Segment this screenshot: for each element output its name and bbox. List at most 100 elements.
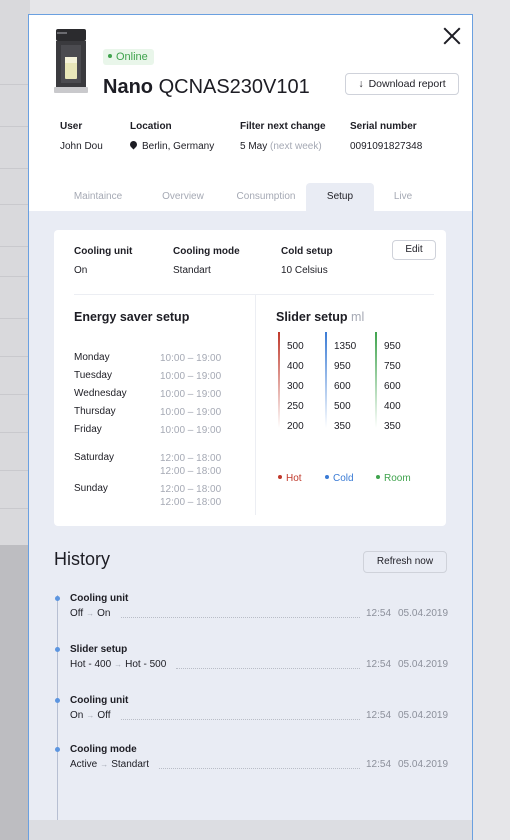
history-item: Cooling mode Active → Standart 12:54 05.04.20…: [70, 744, 448, 770]
download-icon: ↓: [358, 78, 364, 90]
legend-cold: Cold: [325, 473, 354, 484]
schedule-time: 10:00 – 19:00: [160, 407, 222, 418]
schedule-day: Tuesday: [74, 370, 112, 381]
slider-column-room[interactable]: 950 750 600 400 350: [375, 332, 425, 432]
slider-value: 400: [384, 401, 401, 412]
location-pin-icon: [128, 139, 139, 150]
history-item-title: Cooling unit: [70, 593, 129, 604]
history-item: Cooling unit Off → On 12:54 05.04.2019: [70, 593, 448, 619]
tab-bar: Maintaince Overview Consumption Setup Li…: [29, 183, 472, 211]
dotted-leader: [176, 668, 360, 669]
history-item-time: 12:54: [366, 608, 392, 619]
history-item-date: 05.04.2019: [398, 608, 449, 619]
history-item-date: 05.04.2019: [398, 710, 449, 721]
status-badge: Online: [103, 49, 154, 65]
dotted-leader: [159, 768, 360, 769]
slider-value: 400: [287, 361, 304, 372]
setup-card: Cooling unit On Cooling mode Standart Co…: [54, 230, 446, 526]
user-info: User John Dou: [60, 121, 103, 152]
refresh-now-button[interactable]: Refresh now: [363, 551, 447, 573]
energy-saver-title: Energy saver setup: [74, 310, 190, 324]
timeline-dot: [55, 698, 60, 703]
close-icon[interactable]: [443, 27, 461, 45]
schedule-day: Sunday: [74, 483, 108, 494]
slider-value: 600: [334, 381, 351, 392]
slider-value: 600: [384, 381, 401, 392]
device-image: [54, 29, 88, 93]
schedule-time: 10:00 – 19:00: [160, 389, 222, 400]
slider-value: 500: [287, 341, 304, 352]
slider-value: 750: [384, 361, 401, 372]
dotted-leader: [120, 719, 360, 720]
schedule-day: Friday: [74, 424, 102, 435]
slider-setup-title: Slider setup ml: [276, 310, 365, 324]
legend-hot: Hot: [278, 473, 302, 484]
panel-footer: [29, 820, 472, 840]
location-info: Location Berlin, Germany: [128, 121, 215, 152]
cooling-mode-setting: Cooling mode Standart: [173, 246, 240, 276]
history-item-title: Slider setup: [70, 644, 128, 655]
schedule-time: 12:00 – 18:00 12:00 – 18:00: [160, 453, 222, 477]
history-item-change: On → Off: [70, 710, 111, 721]
arrow-right-icon: →: [114, 660, 123, 669]
schedule-day: Monday: [74, 352, 110, 363]
history-title: History: [54, 549, 111, 569]
edit-button[interactable]: Edit: [392, 240, 436, 260]
history-item: Cooling unit On → Off 12:54 05.04.2019: [70, 695, 448, 721]
schedule-time: 12:00 – 18:00 12:00 – 18:00: [160, 484, 222, 508]
divider: [74, 294, 434, 295]
history-item-change: Active → Standart: [70, 759, 150, 770]
legend-room: Room: [376, 473, 411, 484]
schedule-time: 10:00 – 19:00: [160, 425, 222, 436]
slider-track[interactable]: [375, 332, 377, 428]
slider-value: 300: [287, 381, 304, 392]
tab-overview[interactable]: Overview: [147, 183, 219, 211]
divider: [255, 295, 256, 515]
slider-column-hot[interactable]: 500 400 300 250 200: [278, 332, 328, 432]
slider-value: 350: [334, 421, 351, 432]
cooling-unit-setting: Cooling unit On: [74, 246, 133, 276]
device-detail-panel: Online Nano QCNAS230V101 ↓ Download repor…: [28, 14, 473, 840]
slider-value: 200: [287, 421, 304, 432]
schedule-time: 10:00 – 19:00: [160, 371, 222, 382]
slider-value: 250: [287, 401, 304, 412]
download-report-button[interactable]: ↓ Download report: [345, 73, 459, 95]
timeline-dot: [55, 596, 60, 601]
schedule-day: Wednesday: [74, 388, 127, 399]
history-item-time: 12:54: [366, 659, 392, 670]
tab-setup[interactable]: Setup: [306, 183, 374, 211]
slider-value: 1350: [334, 341, 357, 352]
arrow-right-icon: →: [86, 609, 95, 618]
background-page: [0, 0, 30, 840]
dotted-leader: [120, 617, 360, 618]
history-item-time: 12:54: [366, 759, 392, 770]
history-item: Slider setup Hot - 400 → Hot - 500 12:54 05.0…: [70, 644, 448, 670]
arrow-right-icon: →: [86, 711, 95, 720]
device-title: Nano QCNAS230V101: [103, 76, 310, 98]
slider-track[interactable]: [325, 332, 327, 428]
timeline-line: [57, 595, 58, 840]
arrow-right-icon: →: [100, 760, 109, 769]
slider-value: 950: [384, 341, 401, 352]
background-page-right: [472, 0, 510, 840]
history-item-date: 05.04.2019: [398, 659, 449, 670]
history-item-title: Cooling mode: [70, 744, 137, 755]
schedule-time: 10:00 – 19:00: [160, 353, 222, 364]
timeline-dot: [55, 747, 60, 752]
history-item-title: Cooling unit: [70, 695, 129, 706]
slider-column-cold[interactable]: 1350 950 600 500 350: [325, 332, 375, 432]
history-item-change: Hot - 400 → Hot - 500: [70, 659, 167, 670]
schedule-day: Saturday: [74, 452, 115, 463]
slider-track[interactable]: [278, 332, 280, 428]
timeline-dot: [55, 647, 60, 652]
history-item-time: 12:54: [366, 710, 392, 721]
tab-consumption[interactable]: Consumption: [229, 183, 303, 211]
history-item-date: 05.04.2019: [398, 759, 449, 770]
tab-live[interactable]: Live: [381, 183, 425, 211]
tab-maintaince[interactable]: Maintaince: [59, 183, 137, 211]
filter-info: Filter next change 5 May (next week): [240, 121, 326, 152]
slider-value: 500: [334, 401, 351, 412]
history-item-change: Off → On: [70, 608, 111, 619]
slider-value: 350: [384, 421, 401, 432]
schedule-day: Thursday: [74, 406, 116, 417]
